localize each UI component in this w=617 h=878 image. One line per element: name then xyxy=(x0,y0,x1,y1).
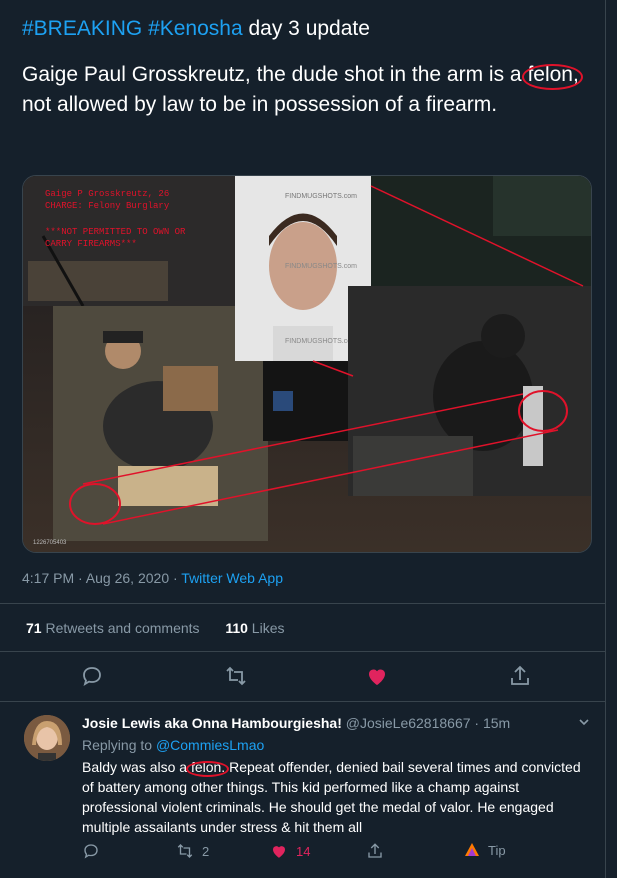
heart-icon xyxy=(369,669,385,685)
source-app-link[interactable]: Twitter Web App xyxy=(181,570,283,586)
svg-text:FINDMUGSHOTS.com: FINDMUGSHOTS.com xyxy=(285,338,357,345)
tweet-timestamp: 4:17 PM · Aug 26, 2020 · Twitter Web App xyxy=(22,570,283,586)
replying-to: Replying to @CommiesLmao xyxy=(82,737,265,753)
hashtag-breaking[interactable]: #BREAKING xyxy=(22,17,142,40)
svg-text:CHARGE: Felony Burglary: CHARGE: Felony Burglary xyxy=(45,201,170,211)
avatar[interactable] xyxy=(24,715,70,761)
reply-retweet-button[interactable]: 2 xyxy=(176,842,209,860)
reply-tweet[interactable]: Josie Lewis aka Onna Hambourgiesha! @Jos… xyxy=(0,702,605,878)
replying-to-link[interactable]: @CommiesLmao xyxy=(156,737,264,753)
svg-text:***NOT PERMITTED TO OWN OR: ***NOT PERMITTED TO OWN OR xyxy=(45,227,186,237)
body-text-start: Gaige Paul Grosskreutz, the dude shot in… xyxy=(22,63,528,86)
svg-text:Gaige P Grosskreutz, 26: Gaige P Grosskreutz, 26 xyxy=(45,189,169,199)
tip-icon xyxy=(465,843,479,856)
reply-actions: 2 14 Tip xyxy=(82,842,602,864)
reply-author-name[interactable]: Josie Lewis aka Onna Hambourgiesha! xyxy=(82,715,342,731)
engagement-stats: 71 Retweets and comments 110 Likes xyxy=(26,620,285,636)
svg-text:CARRY FIREARMS***: CARRY FIREARMS*** xyxy=(45,239,137,249)
tweet-actions xyxy=(0,664,605,692)
reply-reply-button[interactable] xyxy=(82,842,100,860)
svg-text:1226705403: 1226705403 xyxy=(33,540,67,546)
tip-label: Tip xyxy=(488,842,506,858)
tweet-photo[interactable]: FINDMUGSHOTS.com FINDMUGSHOTS.com FINDMU… xyxy=(22,175,592,553)
main-tweet: #BREAKING #Kenosha day 3 update Gaige Pa… xyxy=(0,0,606,878)
reply-icon xyxy=(83,667,101,686)
divider xyxy=(0,651,605,652)
circled-word-felon: felon, xyxy=(522,60,584,90)
divider xyxy=(0,603,605,604)
retweet-icon xyxy=(177,844,193,858)
timestamp-text[interactable]: 4:17 PM · Aug 26, 2020 · xyxy=(22,570,181,586)
share-icon xyxy=(368,843,382,858)
likes-stat[interactable]: 110 Likes xyxy=(225,620,284,636)
svg-text:FINDMUGSHOTS.com: FINDMUGSHOTS.com xyxy=(285,263,357,270)
tweet-text: #BREAKING #Kenosha day 3 update Gaige Pa… xyxy=(22,14,592,136)
reply-like-button[interactable]: 14 xyxy=(270,842,310,860)
reply-header: Josie Lewis aka Onna Hambourgiesha! @Jos… xyxy=(82,715,510,731)
retweets-stat[interactable]: 71 Retweets and comments xyxy=(26,620,200,636)
reply-like-count: 14 xyxy=(296,843,311,859)
body-text-end: not allowed by law to be in possession o… xyxy=(22,93,498,116)
tip-button[interactable]: Tip xyxy=(464,842,506,858)
reply-button[interactable] xyxy=(80,664,108,692)
share-icon xyxy=(511,665,529,685)
avatar-image xyxy=(24,715,70,761)
reply-author-handle[interactable]: @JosieLe62818667 · 15m xyxy=(342,715,510,731)
reply-share-button[interactable] xyxy=(366,842,384,860)
reply-text: Baldy was also a felon. Repeat offender,… xyxy=(82,759,581,835)
like-button[interactable] xyxy=(365,664,393,692)
chevron-down-icon xyxy=(579,719,589,726)
share-button[interactable] xyxy=(508,664,536,692)
reply-retweet-count: 2 xyxy=(202,843,210,859)
hashtag-kenosha[interactable]: #Kenosha xyxy=(148,17,243,40)
headline-text: day 3 update xyxy=(242,17,370,40)
reply-icon xyxy=(84,844,98,859)
circled-word-felon: felon. xyxy=(185,759,230,777)
photo-collage: FINDMUGSHOTS.com FINDMUGSHOTS.com FINDMU… xyxy=(23,176,591,552)
retweet-icon xyxy=(226,666,246,686)
retweet-button[interactable] xyxy=(224,664,252,692)
heart-icon xyxy=(273,846,285,858)
svg-text:FINDMUGSHOTS.com: FINDMUGSHOTS.com xyxy=(285,193,357,200)
more-options-button[interactable] xyxy=(578,716,590,731)
